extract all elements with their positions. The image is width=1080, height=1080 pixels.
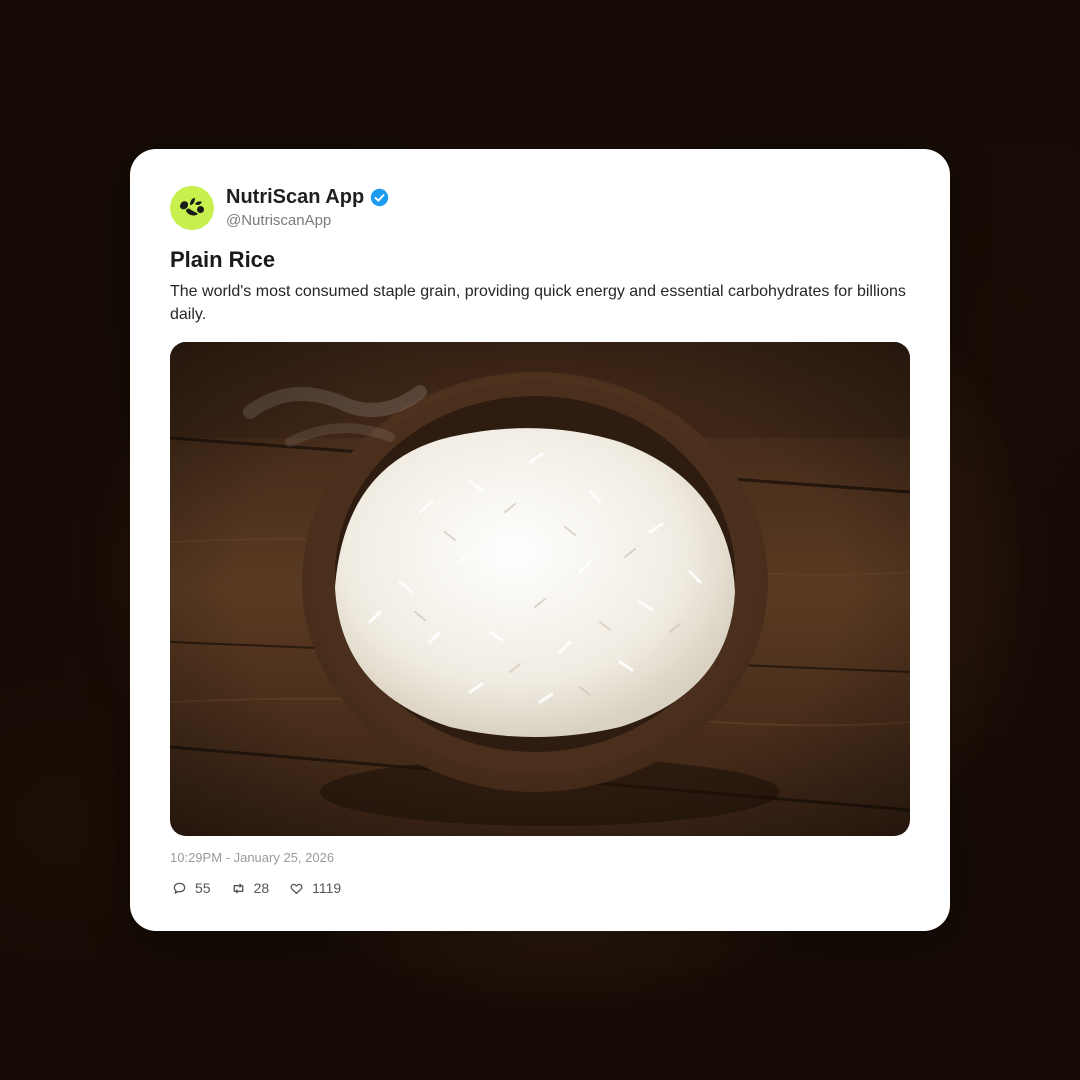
retweet-button[interactable]: 28 [231, 880, 270, 896]
nutriscan-logo-icon [180, 198, 204, 216]
like-button[interactable]: 1119 [289, 880, 341, 896]
rice-bowl-photo[interactable] [170, 342, 910, 836]
post-title: Plain Rice [170, 247, 276, 272]
display-name[interactable]: NutriScan App [226, 185, 364, 209]
retweet-icon [233, 883, 243, 893]
post-card: NutriScan App @NutriscanApp Plain Rice T… [130, 149, 950, 931]
post-stats: 55 28 1119 [172, 880, 361, 896]
post-header: NutriScan App @NutriscanApp [170, 185, 389, 231]
retweet-count: 28 [253, 880, 270, 896]
heart-icon [290, 883, 303, 894]
post-description: The world's most consumed staple grain, … [170, 283, 906, 323]
avatar[interactable] [170, 186, 214, 230]
comment-count: 55 [195, 880, 211, 896]
like-count: 1119 [312, 880, 342, 896]
post-timestamp: 10:29PM - January 25, 2026 [170, 850, 335, 865]
comment-icon [173, 882, 186, 894]
handle[interactable]: @NutriscanApp [226, 211, 389, 231]
verified-badge-icon [370, 188, 389, 206]
rice-bowl-image [170, 342, 910, 836]
comment-button[interactable]: 55 [172, 880, 211, 896]
